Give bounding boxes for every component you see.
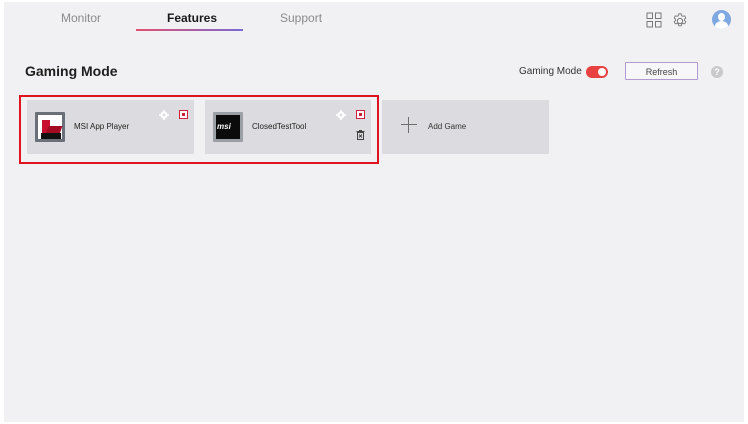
plus-icon[interactable]: [401, 117, 417, 133]
game-card[interactable]: MSI App Player: [27, 100, 194, 154]
add-game-card[interactable]: Add Game: [382, 100, 549, 154]
gear-icon[interactable]: [336, 110, 346, 120]
game-name: ClosedTestTool: [252, 122, 307, 131]
gear-icon[interactable]: [159, 110, 169, 120]
add-game-label: Add Game: [428, 122, 467, 131]
app-window: Monitor Features Support Gaming Mode Gam…: [4, 2, 744, 422]
gear-icon[interactable]: [671, 12, 689, 30]
gaming-mode-toggle[interactable]: [586, 66, 608, 78]
active-tab-indicator: [136, 29, 243, 31]
stop-icon[interactable]: [356, 110, 365, 119]
game-name: MSI App Player: [74, 122, 130, 131]
toggle-knob: [598, 68, 606, 76]
gaming-mode-label: Gaming Mode: [519, 66, 582, 77]
msi-logo-text: msi: [217, 122, 231, 131]
game-card[interactable]: msi ClosedTestTool: [205, 100, 371, 154]
tab-support[interactable]: Support: [280, 11, 322, 25]
avatar[interactable]: [712, 10, 731, 29]
page-title: Gaming Mode: [25, 63, 118, 79]
stop-icon[interactable]: [179, 110, 188, 119]
top-nav: Monitor Features Support: [4, 2, 744, 38]
help-icon[interactable]: ?: [711, 66, 723, 78]
msi-app-player-icon: [35, 112, 65, 142]
grid-icon[interactable]: [646, 12, 662, 28]
tab-features[interactable]: Features: [167, 11, 217, 25]
refresh-button[interactable]: Refresh: [625, 62, 698, 80]
msi-logo-icon: msi: [213, 112, 243, 142]
trash-icon[interactable]: [356, 130, 365, 140]
tab-monitor[interactable]: Monitor: [61, 11, 101, 25]
